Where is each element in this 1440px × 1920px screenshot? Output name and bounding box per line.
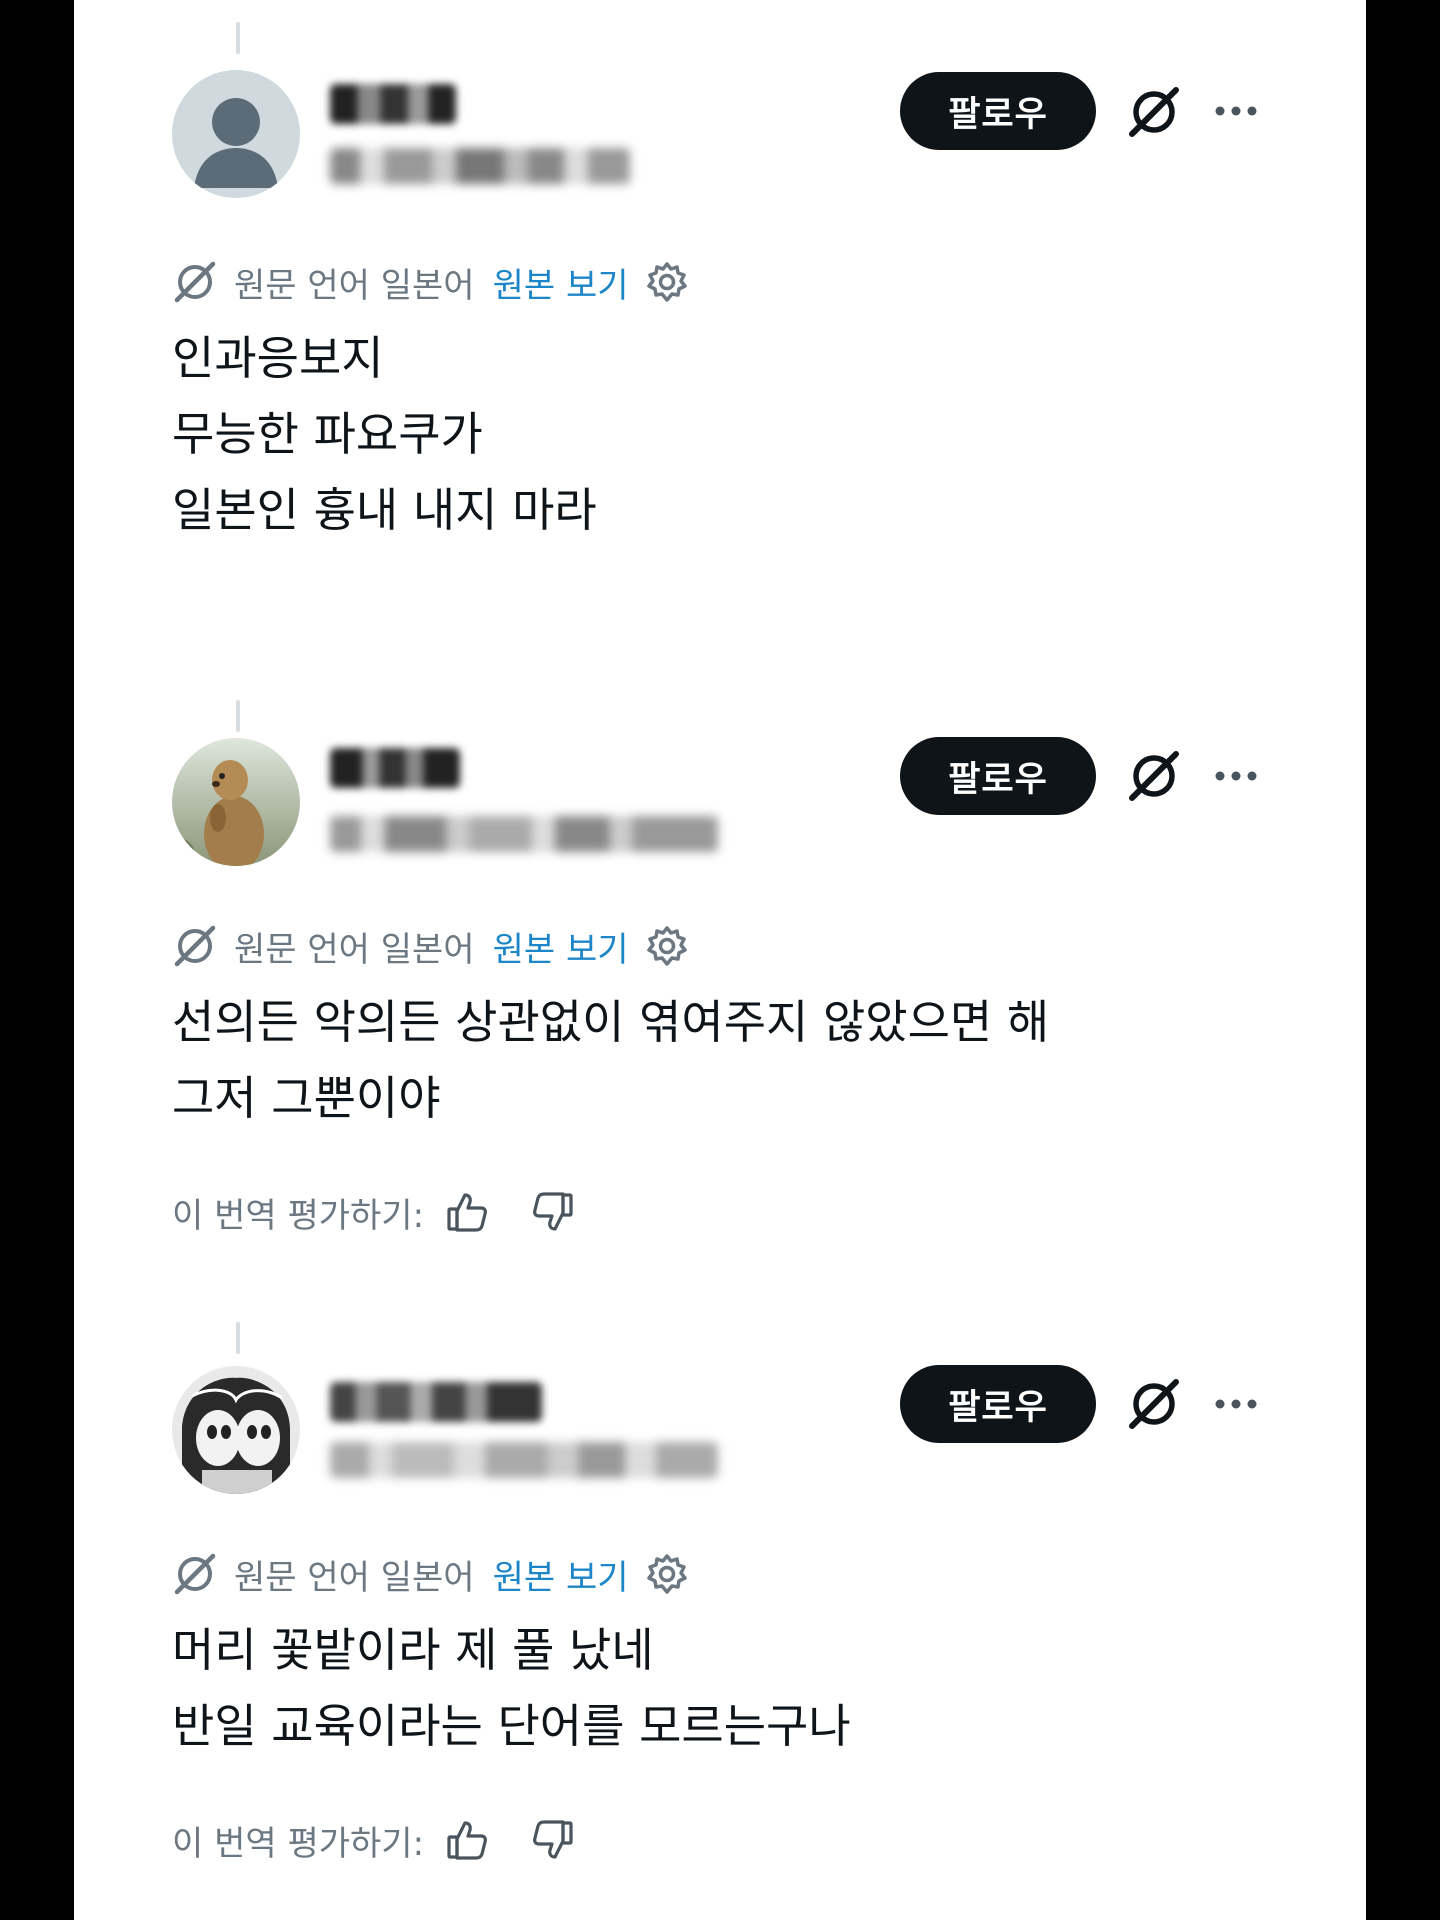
grok-icon[interactable] xyxy=(1126,748,1182,804)
reply-list: 팔로우 원문 언어 일본어 원본 보기 인과응보지 무능한 파요쿠가 일본인 흉… xyxy=(74,0,1366,1920)
reply-text: 선의든 악의든 상관없이 엮여주지 않았으면 해 그저 그뿐이야 xyxy=(172,984,1049,1136)
gear-icon[interactable] xyxy=(645,924,689,968)
more-icon[interactable] xyxy=(1212,101,1260,121)
reply-text-line: 반일 교육이라는 단어를 모르는구나 xyxy=(172,1699,851,1753)
thread-connector xyxy=(236,22,240,54)
user-display-name[interactable] xyxy=(330,1382,542,1422)
thumbs-up-icon[interactable] xyxy=(444,1189,490,1235)
grok-icon xyxy=(174,261,216,303)
reply-text-line: 머리 꽃밭이라 제 풀 났네 xyxy=(172,1623,654,1677)
view-original-link[interactable]: 원본 보기 xyxy=(493,1550,629,1599)
user-handle[interactable] xyxy=(330,148,630,184)
gear-icon[interactable] xyxy=(645,1552,689,1596)
source-language-label: 원문 언어 일본어 xyxy=(234,929,475,970)
translation-notice: 원문 언어 일본어 원본 보기 xyxy=(172,1548,689,1600)
grok-icon[interactable] xyxy=(1126,1376,1182,1432)
rating-label: 이 번역 평가하기: xyxy=(172,1823,425,1864)
translation-rating: 이 번역 평가하기: xyxy=(172,1812,576,1868)
thumbs-down-icon[interactable] xyxy=(530,1817,576,1863)
follow-button[interactable]: 팔로우 xyxy=(900,72,1096,150)
reply-text-line: 인과응보지 xyxy=(172,331,384,385)
user-handle[interactable] xyxy=(330,816,718,852)
reply-text: 머리 꽃밭이라 제 풀 났네 반일 교육이라는 단어를 모르는구나 xyxy=(172,1612,851,1764)
reply-text: 인과응보지 무능한 파요쿠가 일본인 흉내 내지 마라 xyxy=(172,320,597,548)
translation-notice: 원문 언어 일본어 원본 보기 xyxy=(172,920,689,972)
rating-label: 이 번역 평가하기: xyxy=(172,1195,425,1236)
avatar[interactable] xyxy=(172,70,300,198)
thread-connector xyxy=(236,1322,240,1354)
user-handle[interactable] xyxy=(330,1442,718,1478)
grok-icon xyxy=(174,1553,216,1595)
translation-rating: 이 번역 평가하기: xyxy=(172,1184,576,1240)
follow-button[interactable]: 팔로우 xyxy=(900,737,1096,815)
more-icon[interactable] xyxy=(1212,1394,1260,1414)
avatar[interactable] xyxy=(172,738,300,866)
reply-text-line: 선의든 악의든 상관없이 엮여주지 않았으면 해 xyxy=(172,995,1050,1049)
gear-icon[interactable] xyxy=(645,260,689,304)
source-language-label: 원문 언어 일본어 xyxy=(234,265,475,306)
user-display-name[interactable] xyxy=(330,84,456,124)
thumbs-down-icon[interactable] xyxy=(530,1189,576,1235)
grok-icon[interactable] xyxy=(1126,84,1182,140)
reply-text-line: 일본인 흉내 내지 마라 xyxy=(172,483,597,537)
thumbs-up-icon[interactable] xyxy=(444,1817,490,1863)
thread-connector xyxy=(236,700,240,732)
avatar[interactable] xyxy=(172,1366,300,1494)
reply-text-line: 무능한 파요쿠가 xyxy=(172,407,483,461)
source-language-label: 원문 언어 일본어 xyxy=(234,1557,475,1598)
follow-button[interactable]: 팔로우 xyxy=(900,1365,1096,1443)
view-original-link[interactable]: 원본 보기 xyxy=(493,922,629,971)
view-original-link[interactable]: 원본 보기 xyxy=(493,258,629,307)
translation-notice: 원문 언어 일본어 원본 보기 xyxy=(172,256,689,308)
more-icon[interactable] xyxy=(1212,766,1260,786)
user-display-name[interactable] xyxy=(330,748,460,788)
grok-icon xyxy=(174,925,216,967)
reply-text-line: 그저 그뿐이야 xyxy=(172,1071,441,1125)
